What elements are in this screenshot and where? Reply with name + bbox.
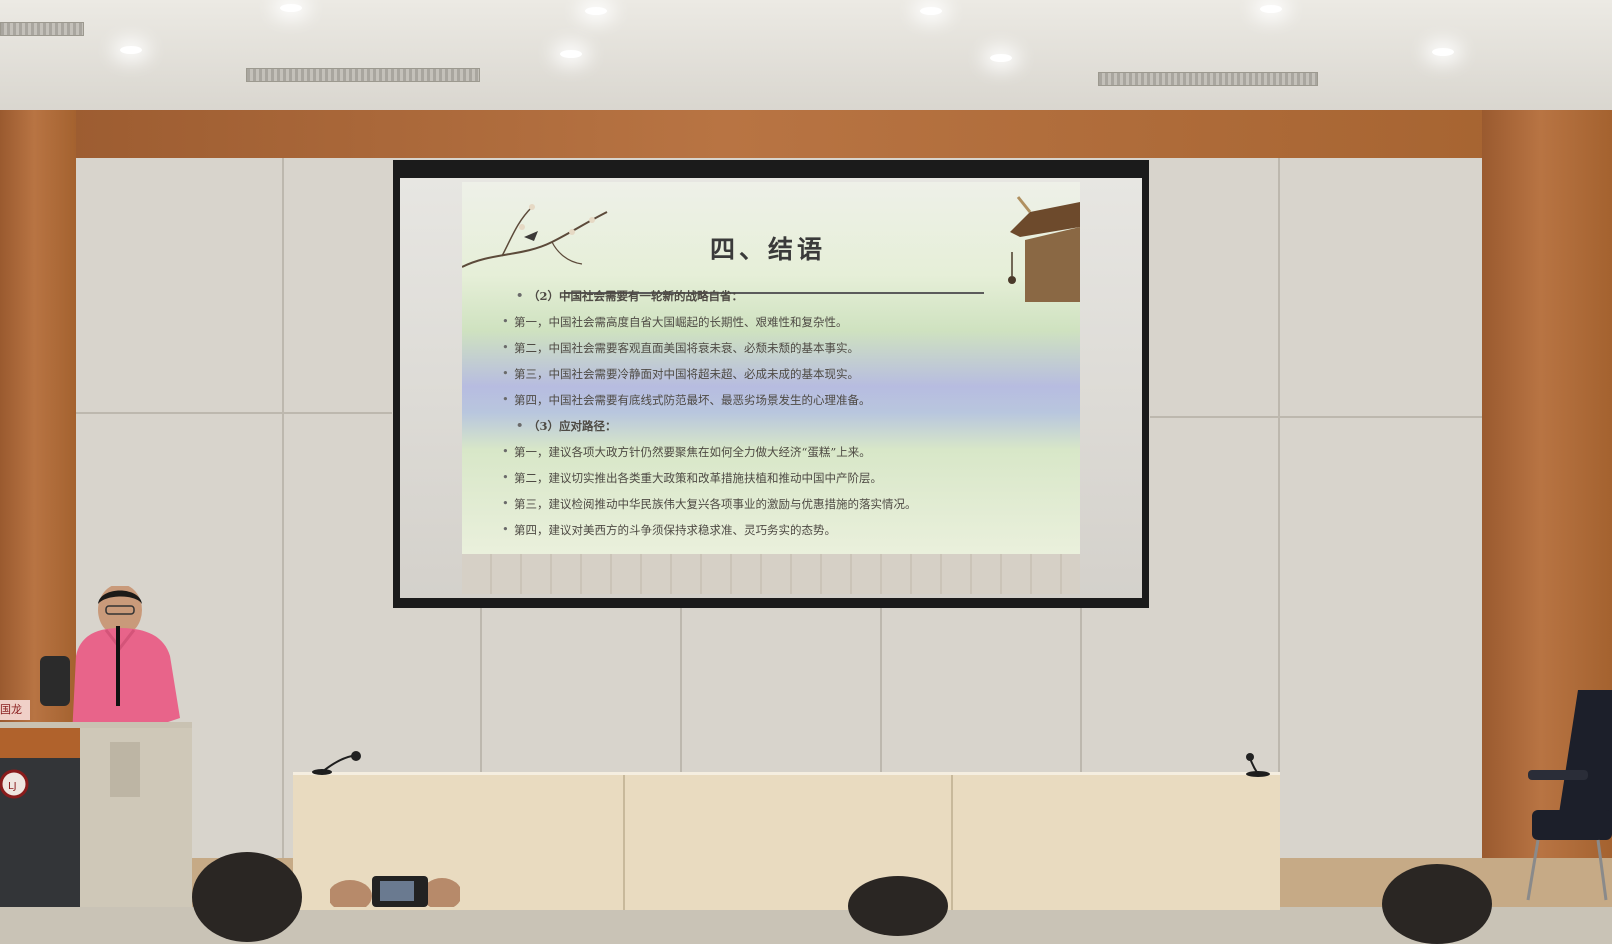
- slide-bullet: 第四，中国社会需要有底线式防范最坏、最恶劣场景发生的心理准备。: [502, 392, 870, 408]
- speaker: [40, 586, 180, 736]
- slide-bullet: 第三，中国社会需要冷静面对中国将超未超、必成未成的基本现实。: [502, 366, 859, 382]
- ceiling-light: [120, 46, 142, 54]
- table-microphone-icon: [312, 751, 361, 775]
- slide-bullet: 第四，建议对美西方的斗争须保持求稳求准、灵巧务实的态势。: [502, 522, 836, 538]
- panel-seam: [1150, 416, 1482, 418]
- panel-seam: [282, 158, 284, 858]
- lectern: LJ: [0, 722, 192, 907]
- camera-hands: [330, 876, 460, 907]
- ceiling-light: [585, 7, 607, 15]
- presentation-slide: 四、结语 （2）中国社会需要有一轮新的战略自省： 第一，中国社会需高度自省大国崛…: [462, 182, 1080, 554]
- ceiling-light: [1260, 5, 1282, 13]
- audience-head: [848, 876, 948, 936]
- ceiling-vent: [0, 22, 84, 36]
- panel-seam: [76, 412, 392, 414]
- audience-head: [1382, 864, 1492, 944]
- ceiling-vent: [1098, 72, 1318, 86]
- ceiling-light: [920, 7, 942, 15]
- plum-branch-icon: [462, 204, 608, 268]
- ceiling: [0, 0, 1612, 112]
- ceiling-light: [560, 50, 582, 58]
- slide-bullet: （2）中国社会需要有一轮新的战略自省：: [516, 288, 743, 304]
- table-microphone-icon: [1246, 753, 1270, 777]
- nameplate: 国龙: [0, 700, 30, 720]
- audience-head: [192, 852, 302, 942]
- slide-bullet: 第三，建议检阅推动中华民族伟大复兴各项事业的激励与优惠措施的落实情况。: [502, 496, 916, 512]
- svg-text:LJ: LJ: [8, 781, 17, 792]
- slide-bullet: 第二，建议切实推出各类重大政策和改革措施扶植和推动中国中产阶层。: [502, 470, 882, 486]
- pavilion-roof-icon: [1008, 196, 1080, 302]
- slide-bullet: 第二，中国社会需要客观直面美国将衰未衰、必颓未颓的基本事实。: [502, 340, 859, 356]
- slide-bullet: 第一，建议各项大政方针仍然要聚焦在如何全力做大经济“蛋糕”上来。: [502, 444, 871, 460]
- ceiling-vent: [246, 68, 480, 82]
- ceiling-light: [1432, 48, 1454, 56]
- slide-title: 四、结语: [710, 235, 827, 264]
- panel-seam: [1278, 158, 1280, 858]
- ceiling-light: [280, 4, 302, 12]
- slide-bullet: （3）应对路径：: [516, 418, 616, 434]
- ceiling-light: [990, 54, 1012, 62]
- chair: [1526, 690, 1612, 901]
- slide-bullet: 第一，中国社会需高度自省大国崛起的长期性、艰难性和复杂性。: [502, 314, 847, 330]
- wood-wall-top: [0, 110, 1612, 160]
- slide-floor-decoration: [462, 554, 1080, 594]
